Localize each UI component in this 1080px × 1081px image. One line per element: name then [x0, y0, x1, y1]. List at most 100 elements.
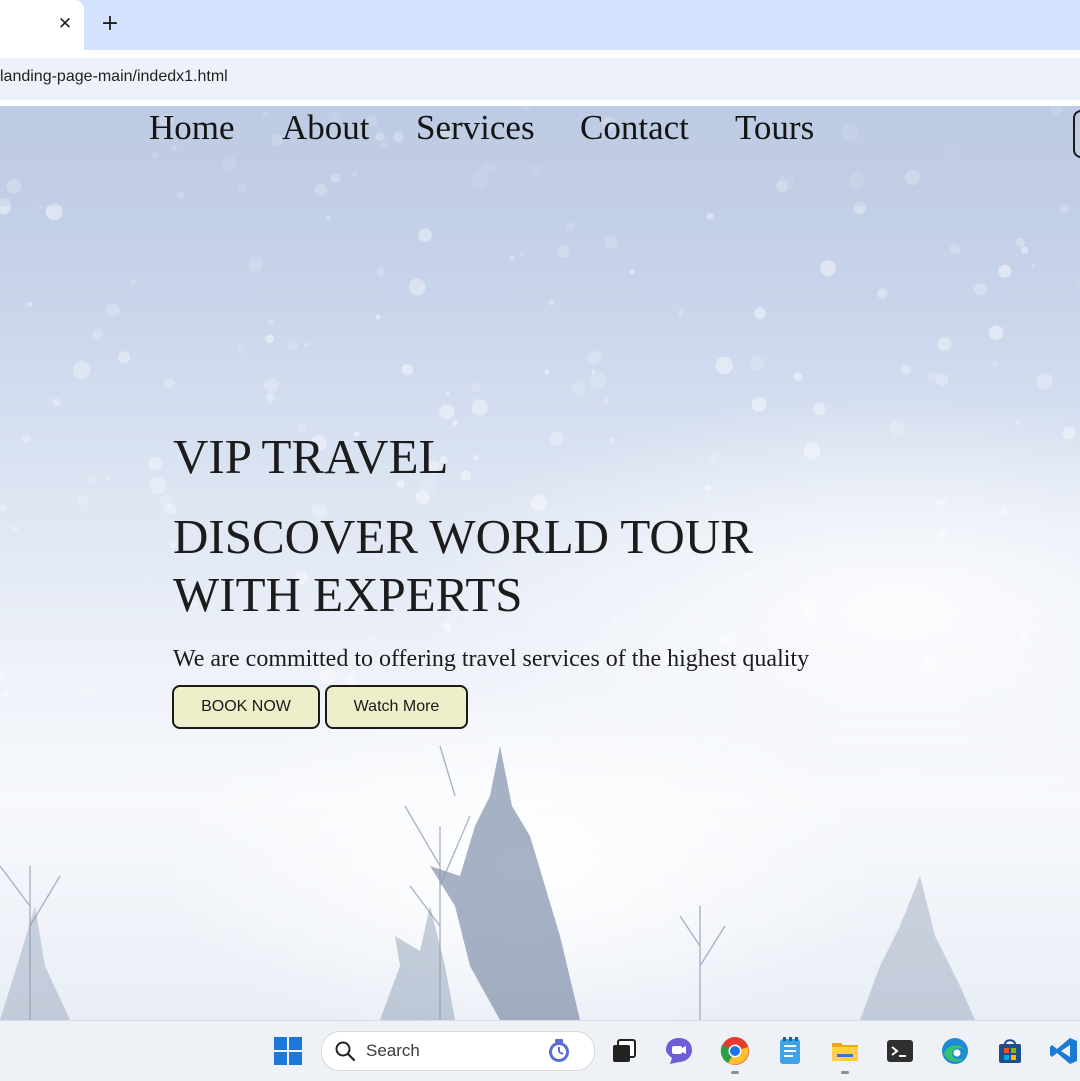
snow-flake [106, 303, 120, 317]
snow-flake [703, 484, 711, 492]
snow-flake [820, 260, 836, 277]
chat-icon[interactable] [664, 1036, 694, 1066]
snow-flake [1076, 280, 1080, 285]
snow-flake [653, 678, 663, 688]
address-bar-url[interactable]: landing-page-main/indedx1.html [0, 68, 228, 86]
snow-flake [854, 677, 872, 695]
snow-flake [803, 443, 821, 460]
snow-flake [706, 212, 714, 220]
snow-flake [345, 674, 356, 685]
snow-flake [708, 452, 720, 464]
snow-flake [471, 382, 481, 393]
hero-kicker: VIP TRAVEL [173, 429, 449, 484]
chrome-running-indicator [731, 1071, 739, 1074]
snow-flake [286, 338, 299, 351]
hero-subtitle: We are committed to offering travel serv… [173, 646, 810, 672]
snow-flake [149, 477, 167, 494]
task-view-icon[interactable] [609, 1036, 639, 1066]
snow-flake [548, 300, 554, 306]
snow-flake [267, 318, 275, 326]
terminal-icon[interactable] [885, 1036, 915, 1066]
snow-flake [749, 355, 765, 371]
copilot-icon[interactable] [544, 1036, 574, 1066]
snow-flake [1055, 595, 1071, 611]
nav-home-link[interactable]: Home [149, 108, 235, 148]
snow-flake [72, 361, 91, 379]
snow-flake [974, 283, 987, 296]
snow-flake [900, 364, 911, 375]
snow-flake [629, 268, 636, 275]
snow-flake [21, 434, 31, 444]
snow-flake [813, 402, 826, 416]
windows-taskbar: Search [0, 1020, 1080, 1081]
top-navbar: Home About Services Contact Tours [0, 106, 1080, 206]
snow-flake [589, 371, 606, 389]
snow-flake [81, 681, 98, 698]
snow-flake [611, 639, 617, 646]
snow-flake [544, 369, 550, 375]
snow-flake [1000, 508, 1007, 516]
taskbar-search-box[interactable]: Search [321, 1031, 595, 1071]
book-now-button[interactable]: BOOK NOW [172, 685, 320, 729]
snow-flake [159, 494, 174, 508]
snow-flake [1025, 605, 1035, 615]
nav-contact-link[interactable]: Contact [580, 108, 689, 148]
active-tab[interactable]: ✕ [0, 0, 84, 50]
snow-flake [877, 288, 888, 299]
windows-start-icon[interactable] [273, 1036, 303, 1066]
chrome-icon[interactable] [720, 1036, 750, 1066]
file-explorer-icon[interactable] [830, 1036, 860, 1066]
snow-flake [6, 496, 11, 501]
nav-about-link[interactable]: About [282, 108, 370, 148]
snow-flake [927, 370, 939, 381]
snow-flake [163, 378, 175, 389]
snow-flake [130, 279, 137, 285]
snow-flake [571, 382, 586, 396]
notepad-icon[interactable] [775, 1036, 805, 1066]
snow-flake [460, 469, 472, 481]
snow-flake [998, 264, 1012, 278]
snow-flake [509, 255, 515, 261]
nav-cropped-button[interactable] [1073, 110, 1080, 158]
snow-flake [949, 243, 961, 255]
snow-flake [418, 228, 432, 242]
snow-flake [922, 654, 937, 670]
snow-flake [793, 372, 803, 382]
vscode-icon[interactable] [1049, 1036, 1079, 1066]
browser-toolbar: landing-page-main/indedx1.html [0, 50, 1080, 106]
snow-flake [376, 267, 386, 276]
snow-flake [565, 221, 575, 231]
new-tab-button[interactable]: + [98, 11, 122, 37]
watch-more-button[interactable]: Watch More [325, 685, 468, 729]
snow-flake [88, 475, 99, 486]
store-icon[interactable] [995, 1036, 1025, 1066]
snow-flake [401, 363, 414, 376]
browser-tab-strip: ✕ + [0, 0, 1080, 50]
snow-flake [326, 215, 331, 220]
snow-flake [678, 310, 684, 316]
snow-flake [471, 399, 488, 416]
nav-tours-link[interactable]: Tours [735, 108, 814, 148]
snow-flake [148, 456, 162, 471]
snow-flake [754, 307, 766, 320]
snow-flake [304, 342, 309, 347]
hero-title: DISCOVER WORLD TOUR WITH EXPERTS [173, 509, 753, 622]
snow-flake [1016, 420, 1022, 426]
snow-flake [77, 495, 89, 506]
nav-services-link[interactable]: Services [416, 108, 535, 148]
snow-flake [549, 431, 564, 446]
snow-flake [937, 336, 952, 352]
search-placeholder: Search [366, 1041, 420, 1060]
snow-flake [1062, 426, 1076, 440]
snow-flake [248, 257, 263, 272]
snow-flake [0, 671, 7, 681]
snow-flake [368, 635, 376, 643]
snow-flake [721, 635, 731, 645]
snow-flake [408, 278, 426, 296]
address-bar[interactable]: landing-page-main/indedx1.html [0, 58, 1080, 100]
snow-flake [1030, 264, 1035, 268]
snow-flake [439, 404, 455, 420]
close-tab-icon[interactable]: ✕ [55, 12, 75, 36]
snow-flake [1020, 246, 1029, 254]
edge-icon[interactable] [940, 1036, 970, 1066]
